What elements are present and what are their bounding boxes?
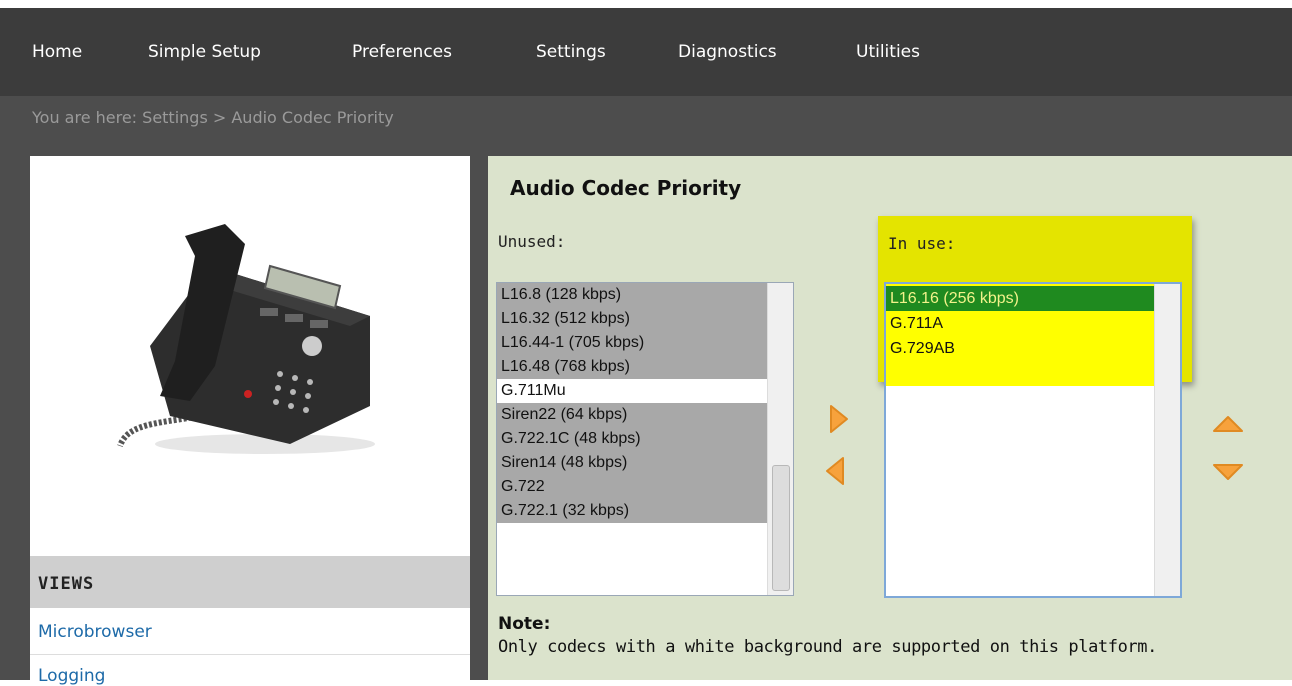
nav-settings[interactable]: Settings <box>536 42 606 62</box>
breadcrumb: You are here: Settings > Audio Codec Pri… <box>32 108 394 127</box>
note-title: Note: <box>498 614 551 634</box>
inuse-codec-item[interactable]: G.729AB <box>886 336 1154 361</box>
move-right-arrow-icon[interactable] <box>828 404 850 434</box>
inuse-codec-item[interactable]: L16.16 (256 kbps) <box>886 286 1154 311</box>
nav-home[interactable]: Home <box>32 42 82 62</box>
inuse-codec-item[interactable]: G.711A <box>886 311 1154 336</box>
view-link-microbrowser[interactable]: Microbrowser <box>38 622 152 642</box>
view-divider <box>30 654 470 655</box>
unused-codec-item[interactable]: G.722 <box>497 475 767 499</box>
unused-codec-item[interactable]: L16.32 (512 kbps) <box>497 307 767 331</box>
inuse-scrollbar[interactable] <box>1154 284 1180 596</box>
phone-image <box>117 224 375 454</box>
left-panel: VIEWS Microbrowser Logging <box>30 156 470 686</box>
top-navigation: Home Simple Setup Preferences Settings D… <box>0 8 1292 96</box>
nav-simple-setup[interactable]: Simple Setup <box>148 42 261 62</box>
unused-codec-item[interactable]: L16.8 (128 kbps) <box>497 283 767 307</box>
unused-codec-item[interactable]: G.711Mu <box>497 379 767 403</box>
inuse-list: L16.16 (256 kbps) G.711A G.729AB <box>886 286 1154 361</box>
unused-codec-item[interactable]: L16.44-1 (705 kbps) <box>497 331 767 355</box>
views-header: VIEWS <box>30 556 470 608</box>
move-down-arrow-icon[interactable] <box>1211 462 1245 482</box>
unused-codec-item[interactable]: G.722.1 (32 kbps) <box>497 499 767 523</box>
unused-codec-item[interactable]: Siren14 (48 kbps) <box>497 451 767 475</box>
inuse-listbox[interactable]: L16.16 (256 kbps) G.711A G.729AB <box>884 282 1182 598</box>
inuse-label: In use: <box>888 234 956 253</box>
nav-utilities[interactable]: Utilities <box>856 42 920 62</box>
nav-diagnostics[interactable]: Diagnostics <box>678 42 777 62</box>
page-title: Audio Codec Priority <box>510 176 742 200</box>
unused-listbox[interactable]: L16.8 (128 kbps) L16.32 (512 kbps) L16.44-… <box>496 282 794 596</box>
views-label: VIEWS <box>38 574 95 594</box>
note-text: Only codecs with a white background are … <box>498 637 1157 657</box>
unused-codec-item[interactable]: G.722.1C (48 kbps) <box>497 427 767 451</box>
unused-label: Unused: <box>498 232 566 251</box>
unused-codec-item[interactable]: Siren22 (64 kbps) <box>497 403 767 427</box>
unused-scrollbar-thumb[interactable] <box>772 465 790 591</box>
unused-codec-item[interactable]: L16.48 (768 kbps) <box>497 355 767 379</box>
nav-preferences[interactable]: Preferences <box>352 42 452 62</box>
unused-scrollbar[interactable] <box>767 283 793 595</box>
main-panel: Audio Codec Priority Unused: L16.8 (128 … <box>488 156 1292 680</box>
move-up-arrow-icon[interactable] <box>1211 414 1245 434</box>
view-link-logging[interactable]: Logging <box>38 666 105 686</box>
move-left-arrow-icon[interactable] <box>824 456 846 486</box>
top-border <box>0 0 1292 6</box>
unused-list: L16.8 (128 kbps) L16.32 (512 kbps) L16.44-… <box>497 283 793 523</box>
